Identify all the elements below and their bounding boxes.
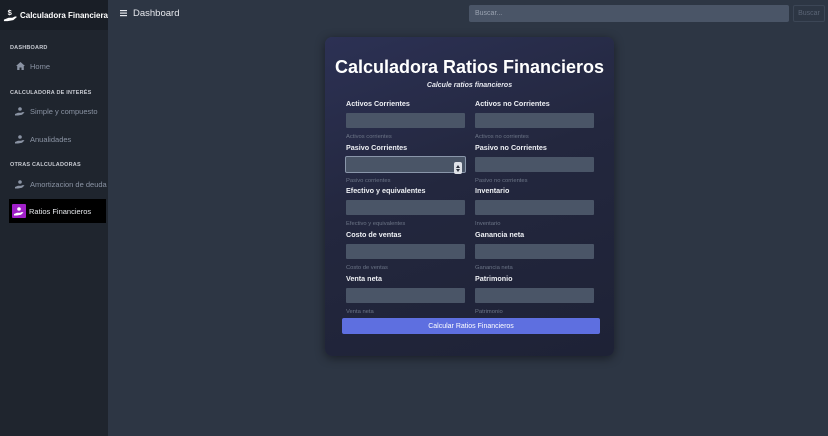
field-label: Efectivo y equivalentes: [346, 186, 426, 195]
pasivo-corrientes-input[interactable]: [345, 156, 466, 173]
field-label: Activos Corrientes: [346, 99, 410, 108]
sidebar-item-home[interactable]: Home: [9, 55, 106, 77]
search-input[interactable]: [469, 5, 789, 22]
hand-coin-icon: [15, 179, 25, 189]
sidebar-item-simple-compuesto[interactable]: Simple y compuesto: [9, 100, 106, 122]
page-title: Dashboard: [133, 8, 180, 19]
svg-text:$: $: [8, 8, 13, 17]
brand[interactable]: $ Calculadora Financiera: [0, 0, 108, 30]
section-heading-dashboard: DASHBOARD: [10, 45, 48, 51]
hand-coin-icon: [15, 106, 25, 116]
sidebar-item-ratios-financieros[interactable]: Ratios Financieros: [9, 199, 106, 223]
hand-coin-icon: [15, 134, 25, 144]
sidebar-item-label: Simple y compuesto: [30, 106, 98, 116]
field-hint: Ganancia neta: [475, 265, 513, 271]
field-hint: Patrimonio: [475, 309, 503, 315]
section-heading-otras: OTRAS CALCULADORAS: [10, 162, 81, 168]
form-title: Calculadora Ratios Financieros: [334, 57, 605, 77]
pasivo-corrientes-wrap: [345, 156, 466, 174]
topbar: Dashboard Buscar: [108, 0, 828, 28]
field-hint: Inventario: [475, 221, 501, 227]
patrimonio-input[interactable]: [475, 288, 594, 303]
field-activos-corrientes: Activos Corrientes Activos corrientes: [346, 99, 466, 140]
ganancia-neta-input[interactable]: [475, 244, 594, 259]
form-subtitle: Calcule ratios financieros: [426, 82, 513, 89]
field-label: Venta neta: [346, 274, 382, 283]
field-hint: Activos no corrientes: [475, 134, 529, 140]
field-label: Pasivo no Corrientes: [475, 143, 547, 152]
field-hint: Activos corrientes: [346, 134, 392, 140]
field-pasivo-corrientes: Pasivo Corrientes Pasivo corrientes: [345, 143, 466, 184]
field-pasivo-no-corrientes: Pasivo no Corrientes Pasivo no corriente…: [475, 143, 595, 184]
efectivo-input[interactable]: [346, 200, 465, 215]
spinner-down-icon[interactable]: [456, 168, 460, 172]
activos-corrientes-input[interactable]: [346, 113, 465, 128]
field-ganancia-neta: Ganancia neta Ganancia neta: [475, 230, 595, 271]
sidebar-item-label: Ratios Financieros: [29, 206, 92, 216]
section-heading-interes: CALCULADORA DE INTERÉS: [10, 90, 92, 96]
money-hand-icon: $: [3, 8, 18, 22]
field-venta-neta: Venta neta Venta neta: [346, 274, 466, 315]
field-label: Inventario: [475, 186, 510, 195]
field-hint: Venta neta: [346, 309, 374, 315]
venta-neta-input[interactable]: [346, 288, 465, 303]
home-icon: [15, 61, 25, 71]
field-hint: Efectivo y equivalentes: [346, 221, 406, 227]
field-inventario: Inventario Inventario: [475, 186, 595, 227]
field-costo-ventas: Costo de ventas Costo de ventas: [346, 230, 466, 271]
field-label: Ganancia neta: [475, 230, 525, 239]
ratios-form-card: Calculadora Ratios Financieros Calcule r…: [325, 37, 614, 356]
sidebar-item-label: Anualidades: [30, 134, 72, 144]
field-hint: Costo de ventas: [346, 265, 388, 271]
field-label: Pasivo Corrientes: [346, 143, 408, 152]
hamburger-icon[interactable]: [120, 9, 128, 17]
field-label: Patrimonio: [475, 274, 513, 283]
field-hint: Pasivo no corrientes: [475, 178, 528, 184]
field-patrimonio: Patrimonio Patrimonio: [475, 274, 595, 315]
number-spinner[interactable]: [454, 162, 462, 174]
search-button[interactable]: Buscar: [793, 5, 825, 22]
activos-no-corrientes-input[interactable]: [475, 113, 594, 128]
field-label: Activos no Corrientes: [475, 99, 550, 108]
sidebar: $ Calculadora Financiera DASHBOARD Home …: [0, 0, 108, 436]
field-activos-no-corrientes: Activos no Corrientes Activos no corrien…: [475, 99, 595, 140]
field-label: Costo de ventas: [346, 230, 402, 239]
sidebar-item-anualidades[interactable]: Anualidades: [9, 128, 106, 150]
field-hint: Pasivo corrientes: [346, 178, 391, 184]
brand-name: Calculadora Financiera: [19, 10, 108, 20]
sidebar-item-label: Amortizacion de deuda: [30, 179, 107, 189]
hand-coin-icon: [12, 204, 26, 218]
sidebar-item-label: Home: [30, 61, 51, 71]
spinner-up-icon[interactable]: [456, 164, 460, 168]
inventario-input[interactable]: [475, 200, 594, 215]
costo-ventas-input[interactable]: [346, 244, 465, 259]
field-efectivo: Efectivo y equivalentes Efectivo y equiv…: [346, 186, 466, 227]
calcular-ratios-button[interactable]: Calcular Ratios Financieros: [342, 318, 600, 334]
pasivo-no-corrientes-input[interactable]: [475, 157, 594, 172]
sidebar-item-amortizacion[interactable]: Amortizacion de deuda: [9, 173, 107, 195]
